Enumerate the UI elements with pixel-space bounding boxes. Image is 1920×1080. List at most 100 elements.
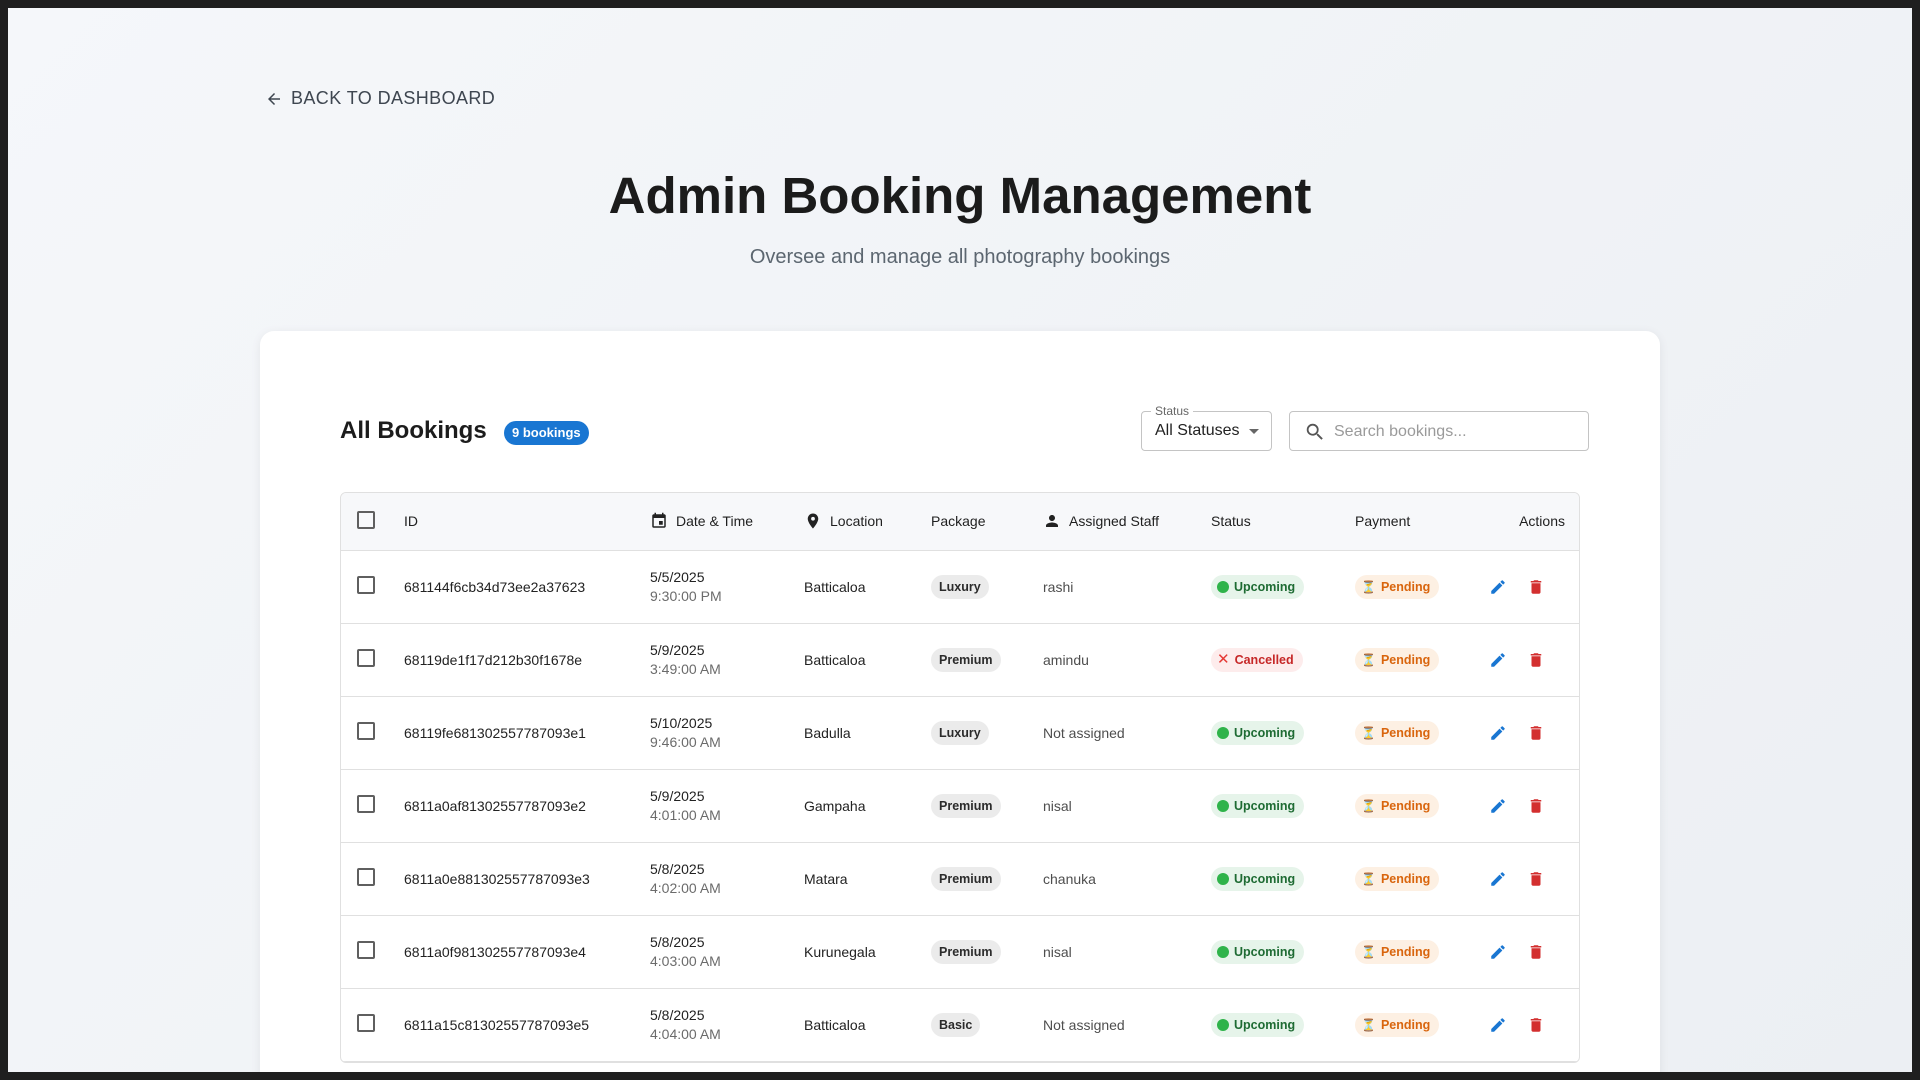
status-dot-icon: [1217, 799, 1229, 812]
booking-time: 4:03:00 AM: [650, 953, 721, 969]
booking-id: 6811a0af81302557787093e2: [404, 797, 586, 814]
assigned-staff: Not assigned: [1043, 1016, 1125, 1033]
booking-date: 5/10/2025: [650, 715, 713, 731]
status-chip: Upcoming: [1211, 793, 1305, 818]
select-all-checkbox[interactable]: [357, 510, 375, 529]
delete-icon[interactable]: [1527, 651, 1545, 669]
payment-chip: ⏳ Pending: [1355, 939, 1440, 964]
hourglass-icon: ⏳: [1361, 725, 1376, 740]
back-link-label: BACK TO DASHBOARD: [291, 88, 496, 108]
booking-location: Gampaha: [804, 797, 866, 814]
payment-label: Pending: [1380, 652, 1431, 667]
card-title: All Bookings: [340, 417, 487, 444]
edit-icon[interactable]: [1489, 1016, 1507, 1034]
delete-icon[interactable]: [1527, 797, 1545, 815]
booking-location: Batticaloa: [804, 1016, 866, 1033]
booking-time: 4:04:00 AM: [650, 1026, 721, 1042]
edit-icon[interactable]: [1489, 578, 1507, 596]
status-filter-value: All Statuses: [1155, 422, 1240, 439]
delete-icon[interactable]: [1527, 1016, 1545, 1034]
payment-label: Pending: [1380, 1017, 1431, 1032]
payment-chip: ⏳ Pending: [1355, 793, 1440, 818]
booking-time: 3:49:00 AM: [650, 661, 721, 677]
booking-id: 68119de1f17d212b30f1678e: [404, 651, 583, 668]
status-label: Upcoming: [1234, 944, 1296, 959]
bookings-card: All Bookings 9 bookings Status All Statu…: [260, 331, 1660, 1072]
booking-id: 681144f6cb34d73ee2a37623: [404, 578, 586, 595]
table-row: 6811a0f981302557787093e4 5/8/2025 4:03:0…: [341, 915, 1579, 988]
package-chip: Premium: [931, 939, 1001, 964]
payment-label: Pending: [1380, 798, 1431, 813]
status-dot-icon: [1217, 872, 1229, 885]
status-label: Upcoming: [1234, 579, 1296, 594]
row-checkbox[interactable]: [357, 941, 375, 959]
delete-icon[interactable]: [1527, 870, 1545, 888]
delete-icon[interactable]: [1527, 724, 1545, 742]
row-checkbox[interactable]: [357, 868, 375, 886]
card-header: All Bookings 9 bookings Status All Statu…: [340, 404, 1589, 453]
edit-icon[interactable]: [1489, 724, 1507, 742]
booking-id: 6811a0f981302557787093e4: [404, 943, 586, 960]
search-input[interactable]: [1334, 418, 1574, 446]
booking-location: Badulla: [804, 724, 851, 741]
edit-icon[interactable]: [1489, 797, 1507, 815]
table-row: 68119fe681302557787093e1 5/10/2025 9:46:…: [341, 696, 1579, 769]
status-chip: ✕ Cancelled: [1211, 647, 1303, 672]
delete-icon[interactable]: [1527, 578, 1545, 596]
row-checkbox[interactable]: [357, 722, 375, 740]
hourglass-icon: ⏳: [1361, 579, 1376, 594]
column-header-datetime: Date & Time: [676, 513, 754, 530]
status-dot-icon: [1217, 945, 1229, 958]
package-chip: Luxury: [931, 574, 989, 599]
status-label: Cancelled: [1234, 652, 1294, 667]
booking-id: 6811a15c81302557787093e5: [404, 1016, 590, 1033]
edit-icon[interactable]: [1489, 651, 1507, 669]
booking-date: 5/8/2025: [650, 861, 705, 877]
row-checkbox[interactable]: [357, 649, 375, 667]
status-filter-select[interactable]: Status All Statuses: [1141, 404, 1272, 451]
column-header-staff: Assigned Staff: [1069, 513, 1160, 530]
column-header-payment: Payment: [1355, 513, 1411, 530]
assigned-staff: chanuka: [1043, 870, 1096, 887]
booking-date: 5/5/2025: [650, 569, 705, 585]
edit-icon[interactable]: [1489, 870, 1507, 888]
hourglass-icon: ⏳: [1361, 944, 1376, 959]
search-icon: [1306, 423, 1323, 440]
status-dot-icon: [1217, 580, 1229, 593]
edit-icon[interactable]: [1489, 943, 1507, 961]
row-checkbox[interactable]: [357, 795, 375, 813]
caret-down-icon: [1249, 429, 1259, 434]
table-row: 6811a15c81302557787093e5 5/8/2025 4:04:0…: [341, 988, 1579, 1061]
payment-chip: ⏳ Pending: [1355, 866, 1440, 891]
location-pin-icon: [807, 513, 819, 529]
payment-label: Pending: [1380, 871, 1431, 886]
column-header-actions: Actions: [1519, 513, 1565, 530]
table-row: 68119de1f17d212b30f1678e 5/9/2025 3:49:0…: [341, 623, 1579, 696]
page-title: Admin Booking Management: [608, 167, 1312, 224]
calendar-icon: [652, 513, 666, 528]
payment-label: Pending: [1380, 944, 1431, 959]
back-to-dashboard-link[interactable]: BACK TO DASHBOARD: [265, 88, 495, 109]
booking-date: 5/9/2025: [650, 788, 705, 804]
assigned-staff: nisal: [1043, 797, 1072, 814]
delete-icon[interactable]: [1527, 943, 1545, 961]
assigned-staff: rashi: [1043, 578, 1074, 595]
close-icon: ✕: [1217, 651, 1230, 668]
status-chip: Upcoming: [1211, 939, 1305, 964]
package-chip: Premium: [931, 793, 1001, 818]
payment-label: Pending: [1380, 579, 1431, 594]
package-chip: Luxury: [931, 720, 989, 745]
assigned-staff: nisal: [1043, 943, 1072, 960]
status-chip: Upcoming: [1211, 1012, 1305, 1037]
booking-date: 5/8/2025: [650, 1007, 705, 1023]
status-chip: Upcoming: [1211, 574, 1305, 599]
row-checkbox[interactable]: [357, 576, 375, 594]
status-chip: Upcoming: [1211, 720, 1305, 745]
booking-location: Kurunegala: [804, 943, 876, 960]
status-chip: Upcoming: [1211, 866, 1305, 891]
row-checkbox[interactable]: [357, 1014, 375, 1032]
booking-time: 9:30:00 PM: [650, 588, 722, 604]
assigned-staff: Not assigned: [1043, 724, 1125, 741]
status-dot-icon: [1217, 726, 1229, 739]
package-chip: Basic: [931, 1012, 981, 1037]
